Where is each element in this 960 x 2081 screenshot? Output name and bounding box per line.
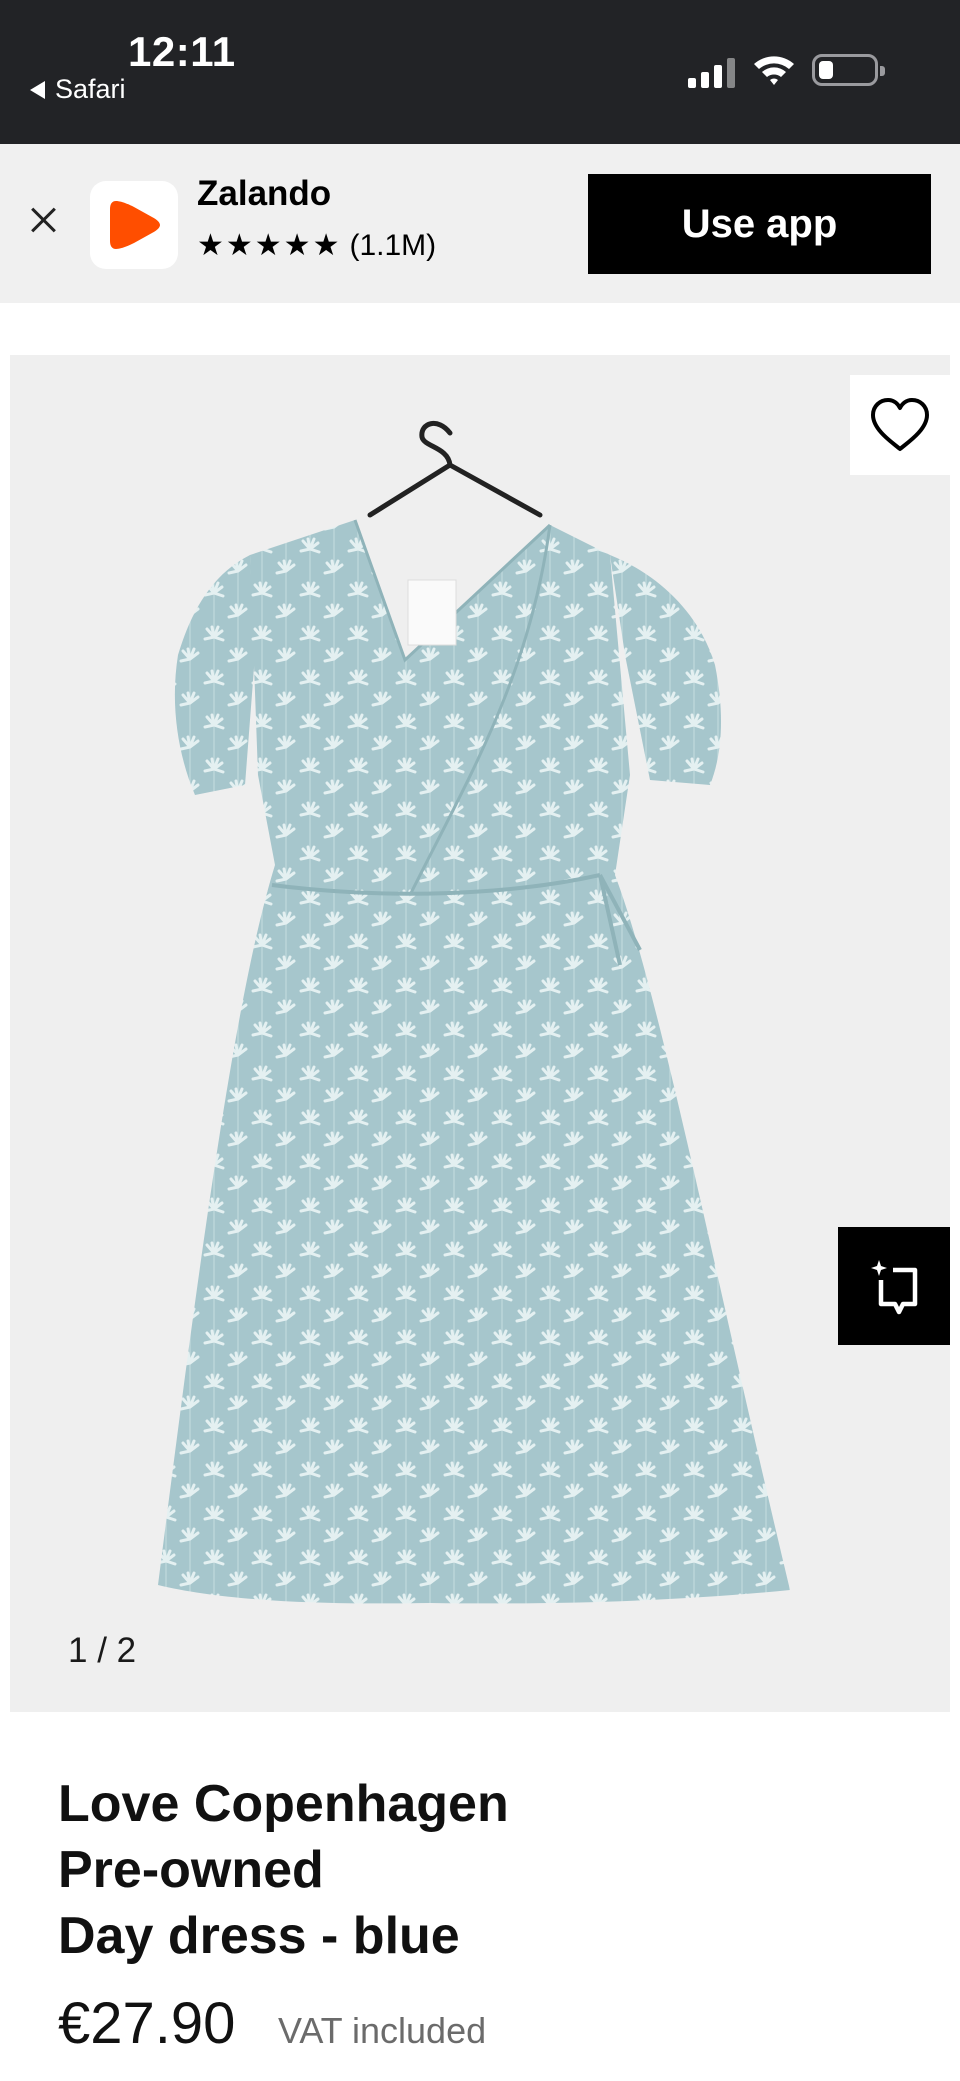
back-to-safari-link[interactable]: Safari	[30, 74, 126, 105]
product-image-gallery[interactable]: 1 / 2	[10, 355, 950, 1712]
back-arrow-icon	[30, 80, 45, 99]
vat-note: VAT included	[278, 2010, 487, 2051]
heart-icon	[871, 398, 929, 451]
image-counter: 1 / 2	[68, 1631, 137, 1670]
product-photo	[158, 421, 790, 1604]
status-bar: 12:11 Safari	[0, 0, 960, 144]
similar-items-icon	[871, 1260, 918, 1315]
back-app-label: Safari	[55, 74, 126, 104]
rating-stars: ★★★★★	[197, 229, 342, 262]
product-price: €27.90	[58, 1991, 236, 2056]
app-name: Zalando	[197, 174, 332, 213]
product-brand: Love Copenhagen	[58, 1775, 509, 1833]
zalando-logo-icon	[90, 181, 178, 269]
smart-app-banner: Zalando ★★★★★ (1.1M) Use app	[0, 144, 960, 303]
app-rating: ★★★★★ (1.1M)	[197, 228, 436, 263]
find-similar-button[interactable]	[838, 1227, 950, 1345]
wishlist-button[interactable]	[850, 375, 950, 475]
wifi-icon	[754, 56, 794, 85]
status-time: 12:11	[128, 28, 236, 75]
battery-icon	[812, 54, 885, 86]
close-icon[interactable]	[28, 204, 60, 236]
product-name: Day dress - blue	[58, 1907, 460, 1965]
product-condition: Pre-owned	[58, 1841, 324, 1899]
cellular-signal-icon	[688, 58, 735, 88]
rating-count: (1.1M)	[349, 228, 437, 262]
use-app-button[interactable]: Use app	[588, 174, 931, 274]
